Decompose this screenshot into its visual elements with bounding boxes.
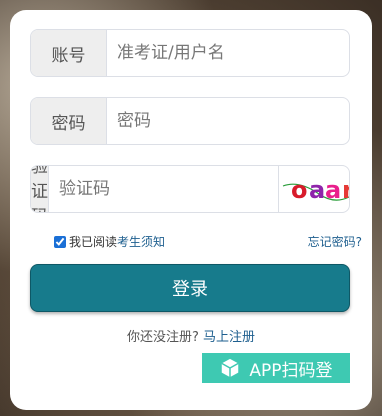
account-label: 账号 [31,30,107,76]
register-row: 你还没注册? 马上注册 [10,326,372,345]
notice-link[interactable]: 考生须知 [117,233,165,250]
captcha-field: 验证码 o a a r [30,165,350,213]
captcha-char: a [309,176,325,204]
login-card: 账号 密码 验证码 o a a r 我已阅读考生须知 忘记密码? 登录 你还没注… [10,10,372,410]
captcha-char: r [342,176,350,204]
captcha-input[interactable] [49,166,278,212]
register-prefix: 你还没注册? [126,330,199,345]
app-scan-login-button[interactable]: APP扫码登 [202,353,350,383]
forgot-password-link[interactable]: 忘记密码? [308,233,362,250]
agree-prefix: 我已阅读 [69,235,118,249]
login-button[interactable]: 登录 [30,264,350,312]
agree-checkbox-row[interactable]: 我已阅读 考生须知 [54,233,165,250]
captcha-label: 验证码 [31,166,49,212]
agree-checkbox[interactable] [54,235,66,248]
cube-icon [221,358,240,378]
password-input[interactable] [107,98,349,144]
password-field: 密码 [30,97,350,145]
password-label: 密码 [31,98,107,144]
captcha-char: a [325,176,341,204]
app-scan-login-label: APP扫码登 [249,360,333,381]
captcha-image[interactable]: o a a r [278,166,350,212]
register-link[interactable]: 马上注册 [203,330,255,345]
captcha-image-graphic: o a a r [282,176,350,204]
captcha-char: o [291,176,308,204]
account-field: 账号 [30,29,350,77]
account-input[interactable] [107,30,349,76]
